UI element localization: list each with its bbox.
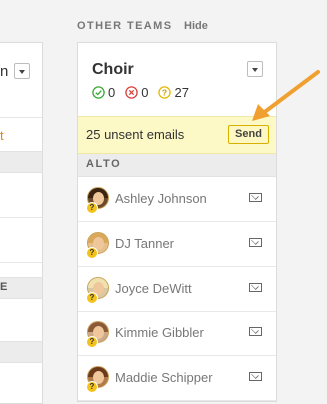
left-section-label-fragment: E	[0, 281, 9, 293]
left-section-header	[0, 151, 42, 173]
left-section-header	[0, 341, 42, 363]
declined-count-value: 0	[141, 85, 149, 100]
left-team-dropdown-button[interactable]	[14, 63, 30, 79]
confirmed-count-value: 0	[108, 85, 116, 100]
member-name: DJ Tanner	[115, 236, 175, 251]
hide-other-teams-link[interactable]: Hide	[184, 20, 208, 32]
mail-icon[interactable]	[249, 327, 262, 336]
list-item[interactable]: ? DJ Tanner	[78, 222, 276, 267]
list-item[interactable]: ? Ashley Johnson	[78, 177, 276, 222]
member-name: Maddie Schipper	[115, 370, 213, 385]
check-circle-icon	[92, 86, 105, 99]
mail-icon[interactable]	[249, 283, 262, 292]
member-name: Ashley Johnson	[115, 191, 207, 206]
question-badge-icon: ?	[86, 381, 98, 393]
mail-icon[interactable]	[249, 193, 262, 202]
left-team-card: n t E	[0, 42, 43, 404]
question-circle-icon: ?	[158, 86, 172, 99]
team-status-counts: 0 0 ? 27	[92, 85, 199, 100]
list-item[interactable]: ? Joyce DeWitt	[78, 267, 276, 312]
left-team-header: n	[0, 43, 42, 118]
voice-section-label: ALTO	[86, 158, 122, 170]
unknown-count: ? 27	[158, 85, 189, 100]
other-teams-heading: OTHER TEAMS	[77, 20, 173, 32]
declined-count: 0	[125, 85, 148, 100]
unknown-count-value: 27	[174, 85, 189, 100]
voice-section-header: ALTO	[78, 154, 276, 177]
unsent-emails-bar: 25 unsent emails Send	[78, 116, 276, 154]
member-name: Joyce DeWitt	[115, 281, 192, 296]
list-item[interactable]: ? Maddie Schipper	[78, 356, 276, 401]
left-unsent-link-fragment[interactable]: t	[0, 128, 4, 143]
list-item[interactable]: ? Kimmie Gibbler	[78, 311, 276, 356]
member-name: Kimmie Gibbler	[115, 325, 204, 340]
send-button[interactable]: Send	[228, 125, 269, 144]
left-section-header: E	[0, 277, 42, 299]
question-badge-icon: ?	[86, 202, 98, 214]
question-badge-icon: ?	[86, 247, 98, 259]
confirmed-count: 0	[92, 85, 115, 100]
unsent-emails-text: 25 unsent emails	[86, 127, 185, 142]
question-badge-icon: ?	[86, 292, 98, 304]
list-item	[0, 299, 42, 342]
team-options-dropdown[interactable]	[247, 61, 263, 77]
team-card-choir: Choir 0 0 ? 27 25 unsent emails Send ALT…	[77, 42, 277, 402]
question-badge-icon: ?	[86, 336, 98, 348]
team-name: Choir	[92, 61, 134, 78]
x-circle-icon	[125, 86, 138, 99]
svg-text:?: ?	[162, 88, 167, 98]
list-item	[0, 173, 42, 218]
left-team-title-fragment: n	[0, 63, 9, 80]
list-item	[0, 218, 42, 263]
mail-icon[interactable]	[249, 372, 262, 381]
mail-icon[interactable]	[249, 238, 262, 247]
